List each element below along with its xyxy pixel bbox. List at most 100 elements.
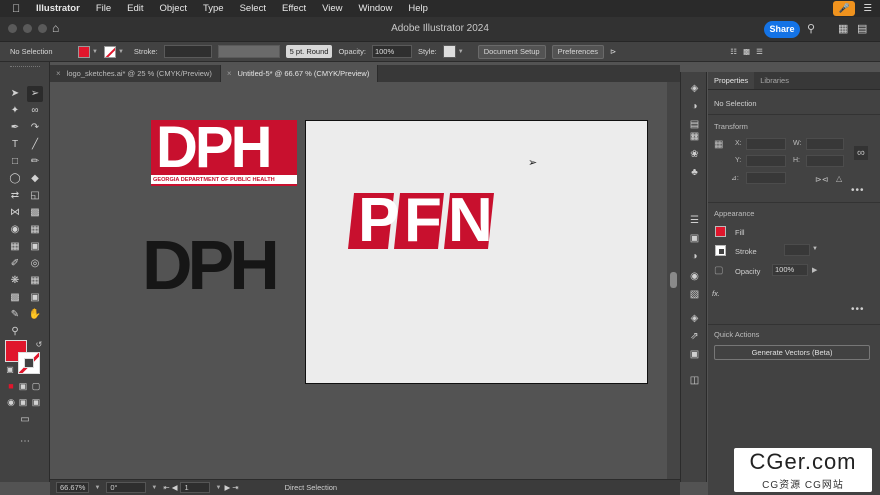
curvature-tool-icon[interactable]: ↷ <box>27 120 43 136</box>
zoom-field[interactable]: 66.67% ▼ <box>56 482 100 493</box>
appearance-stroke-swatch[interactable] <box>715 245 726 256</box>
transparency-panel-icon[interactable]: ◑ <box>687 250 702 264</box>
symbols-panel-icon[interactable]: ♣ <box>687 166 702 180</box>
gradient-panel-icon[interactable]: ▣ <box>687 232 702 246</box>
comments-panel-icon[interactable]: ◫ <box>687 374 702 388</box>
shaper-tool-icon[interactable]: ◯ <box>7 171 23 187</box>
close-tab-icon[interactable]: × <box>227 65 232 82</box>
layers-stack-icon[interactable]: ◈ <box>687 312 702 326</box>
menu-select[interactable]: Select <box>240 3 266 14</box>
stroke-weight-dropdown-icon[interactable]: ▼ <box>812 246 818 252</box>
fill-swatch[interactable]: ▼ <box>78 45 98 58</box>
mesh-tool-icon[interactable]: ▦ <box>7 239 23 255</box>
selection-tool-icon[interactable]: ➤ <box>7 86 23 102</box>
scale-tool-icon[interactable]: ◱ <box>27 188 43 204</box>
stroke-weight-field[interactable] <box>163 45 212 58</box>
export-panel-icon[interactable]: ⇗ <box>687 330 702 344</box>
menu-help[interactable]: Help <box>408 3 428 14</box>
line-tool-icon[interactable]: ╱ <box>27 137 43 153</box>
slice-tool-icon[interactable]: ✎ <box>7 307 23 323</box>
appearance-panel-icon[interactable]: ◉ <box>687 270 702 284</box>
artboards-panel-icon[interactable]: ▣ <box>687 348 702 362</box>
close-tab-icon[interactable]: × <box>56 65 61 82</box>
eraser-tool-icon[interactable]: ◆ <box>27 171 43 187</box>
flip-horizontal-icon[interactable]: ⊳⊲ <box>815 175 828 184</box>
preferences-button[interactable]: Preferences <box>551 44 604 59</box>
none-mode-icon[interactable]: ▢ <box>28 378 44 394</box>
apple-menu-icon[interactable]:  <box>12 3 26 15</box>
share-button[interactable]: Share <box>764 21 800 38</box>
panel-menu-icon[interactable]: ☰ <box>756 47 763 56</box>
microphone-icon[interactable]: 🎤 <box>833 1 856 16</box>
edit-toolbar-icon[interactable]: ⋯ <box>17 434 33 450</box>
menu-view[interactable]: View <box>322 3 342 14</box>
y-input[interactable] <box>746 155 786 167</box>
free-transform-tool-icon[interactable]: ▩ <box>27 205 43 221</box>
fx-label[interactable]: fx. <box>712 289 720 298</box>
app-menu[interactable]: Illustrator <box>36 3 80 14</box>
column-graph-tool-icon[interactable]: ▩ <box>7 290 23 306</box>
flip-vertical-icon[interactable]: △ <box>836 174 842 183</box>
pen-tool-icon[interactable]: ✒ <box>7 120 23 136</box>
appearance-fill-swatch[interactable] <box>715 226 726 237</box>
rotation-field[interactable]: 0° ▼ <box>106 482 157 493</box>
layers-panel-icon[interactable]: ◑ <box>687 100 702 114</box>
variable-width-profile[interactable] <box>217 45 280 58</box>
artboard-tool-icon[interactable]: ▣ <box>27 290 43 306</box>
artboard-nav[interactable]: ⇤ ◀ 1 ▼ ▶ ⇥ <box>163 482 239 493</box>
stroke-color-box[interactable] <box>18 352 40 374</box>
properties-panel-icon[interactable]: ◈ <box>687 82 702 96</box>
appearance-stroke-weight[interactable] <box>784 244 810 256</box>
type-tool-icon[interactable]: T <box>7 137 23 153</box>
symbol-tool-icon[interactable]: ▦ <box>27 273 43 289</box>
menu-edit[interactable]: Edit <box>127 3 143 14</box>
tab-untitled-5[interactable]: × Untitled-5* @ 66.67 % (CMYK/Preview) <box>220 65 379 82</box>
select-similar-icon[interactable]: ⊳ <box>610 47 616 56</box>
menu-file[interactable]: File <box>96 3 111 14</box>
vertical-scrollbar[interactable] <box>667 82 680 479</box>
align-icon[interactable]: ☷ <box>730 47 737 56</box>
toolbar-grip[interactable] <box>10 66 40 69</box>
menu-effect[interactable]: Effect <box>282 3 306 14</box>
default-fill-stroke-icon[interactable]: ▣ <box>2 362 18 378</box>
tab-logo-sketches[interactable]: × logo_sketches.ai* @ 25 % (CMYK/Preview… <box>50 65 221 82</box>
w-input[interactable] <box>806 138 844 150</box>
graphic-styles-panel-icon[interactable]: ▧ <box>687 288 702 302</box>
symbol-sprayer-tool-icon[interactable]: ❋ <box>7 273 23 289</box>
menu-type[interactable]: Type <box>203 3 224 14</box>
lasso-tool-icon[interactable]: ∞ <box>27 103 43 119</box>
stroke-panel-icon[interactable]: ☰ <box>687 214 702 228</box>
menu-object[interactable]: Object <box>160 3 187 14</box>
canvas-area[interactable]: P F N DPH GEORGIA DEPARTMENT OF PUBLIC H… <box>50 82 667 479</box>
constrain-proportions-icon[interactable]: ∞ <box>854 146 868 160</box>
tab-libraries[interactable]: Libraries <box>754 72 795 89</box>
dph-black-text[interactable]: DPH <box>142 230 280 300</box>
graphic-style-swatch[interactable]: ▼ <box>442 45 464 58</box>
arrange-documents-icon[interactable]: ▦ <box>838 22 848 35</box>
search-icon[interactable]: ⚲ <box>807 22 815 35</box>
perspective-grid-tool-icon[interactable]: ▦ <box>27 222 43 238</box>
width-tool-icon[interactable]: ⋈ <box>7 205 23 221</box>
blend-tool-icon[interactable]: ◎ <box>27 256 43 272</box>
dph-red-logo[interactable]: DPH GEORGIA DEPARTMENT OF PUBLIC HEALTH <box>151 120 297 186</box>
screen-mode-icon[interactable]: ▭ <box>17 412 33 428</box>
stroke-swatch[interactable]: ▼ <box>103 45 124 58</box>
h-input[interactable] <box>806 155 844 167</box>
eyedropper-tool-icon[interactable]: ✐ <box>7 256 23 272</box>
more-transform-options-icon[interactable]: ••• <box>851 185 865 196</box>
scrollbar-thumb[interactable] <box>670 272 677 288</box>
direct-selection-tool-icon[interactable]: ➢ <box>27 86 43 102</box>
generate-vectors-button[interactable]: Generate Vectors (Beta) <box>714 345 870 360</box>
hand-tool-icon[interactable]: ✋ <box>27 307 43 323</box>
opacity-dropdown-icon[interactable]: ▶ <box>812 266 817 274</box>
more-appearance-options-icon[interactable]: ••• <box>851 304 865 315</box>
paintbrush-tool-icon[interactable]: ✏ <box>27 154 43 170</box>
pfn-logo-artwork[interactable]: P F N <box>348 190 496 253</box>
rotate-input[interactable] <box>746 172 786 184</box>
transform-icon[interactable]: ▩ <box>743 47 750 56</box>
appearance-opacity-input[interactable]: 100% <box>772 264 808 276</box>
magic-wand-tool-icon[interactable]: ✦ <box>7 103 23 119</box>
zoom-tool-icon[interactable]: ⚲ <box>7 324 23 340</box>
brushes-panel-icon[interactable]: ❀ <box>687 148 702 162</box>
control-center-icon[interactable]: ☰ <box>863 3 872 14</box>
